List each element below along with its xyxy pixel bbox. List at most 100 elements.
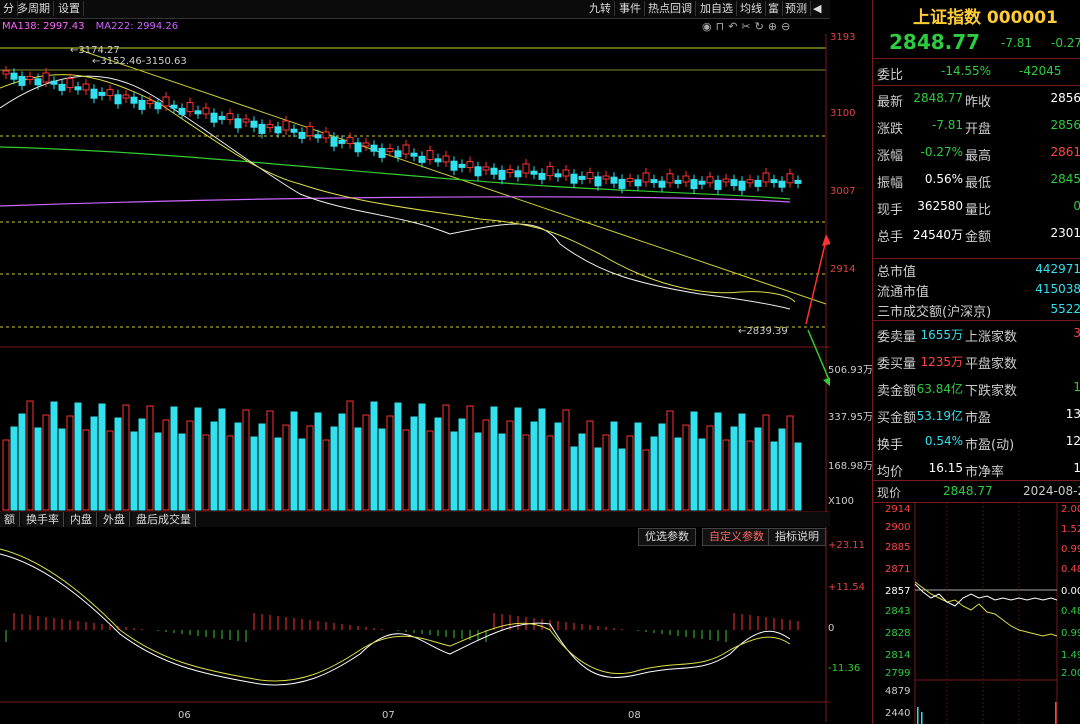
- date-label: 06: [178, 710, 191, 721]
- candle: [538, 172, 546, 180]
- price-tick: 2914: [830, 264, 856, 275]
- volume-bar: [714, 412, 722, 511]
- volume-bar: [178, 433, 186, 511]
- tab-turnover[interactable]: 换手率: [22, 512, 64, 527]
- volume-bar: [18, 413, 26, 511]
- candle: [386, 148, 394, 153]
- candle: [394, 150, 402, 158]
- volume-bar: [2, 439, 10, 511]
- orderbook-cell: 市净率: [965, 465, 1005, 480]
- orderbook-cell: 买金额: [877, 411, 917, 426]
- volume-bar: [162, 419, 170, 511]
- orderbook-cell: 12: [1065, 434, 1080, 448]
- quote-cell: 0: [1073, 199, 1080, 213]
- scissors-icon[interactable]: ✂: [741, 20, 754, 33]
- forecast-button[interactable]: 预测: [782, 1, 811, 16]
- volume-bar: [690, 411, 698, 511]
- zoom-out-icon[interactable]: ⊖: [781, 20, 794, 33]
- intraday-pct-tick: 0.48: [1061, 606, 1080, 617]
- volume-bar: [98, 403, 106, 511]
- tab-amount[interactable]: 额: [0, 512, 20, 527]
- candle: [170, 104, 178, 109]
- candle: [458, 163, 466, 168]
- volume-bar: [634, 422, 642, 511]
- candle: [650, 179, 658, 184]
- candle: [738, 180, 746, 191]
- range-annotation: ←3152.46-3150.63: [92, 56, 187, 67]
- volume-bar: [338, 413, 346, 511]
- ma-button[interactable]: 均线: [737, 1, 766, 16]
- candle: [354, 142, 362, 153]
- undo-icon[interactable]: ↶: [728, 20, 741, 33]
- candle: [34, 78, 42, 86]
- market-value-cell: 三市成交额(沪深京): [877, 305, 992, 320]
- eye-icon[interactable]: ◉: [702, 20, 716, 33]
- intraday-tick: 2440: [885, 708, 911, 719]
- candle: [242, 118, 250, 123]
- quote-cell: 涨跌: [877, 122, 904, 137]
- tab-inner[interactable]: 内盘: [66, 512, 97, 527]
- candle: [210, 112, 218, 123]
- quote-cell: 2301: [1050, 226, 1080, 240]
- volume-bar: [586, 420, 594, 511]
- collapse-arrow-icon[interactable]: ◀: [810, 1, 824, 16]
- volume-bar: [58, 428, 66, 511]
- preferred-params-button[interactable]: 优选参数: [638, 528, 696, 546]
- candle: [586, 172, 594, 180]
- volume-bar: [442, 404, 450, 511]
- candle: [786, 173, 794, 184]
- refresh-icon[interactable]: ↻: [755, 20, 768, 33]
- candle: [482, 166, 490, 171]
- intraday-price: 2848.77: [943, 484, 993, 498]
- candle: [314, 134, 322, 139]
- candle: [226, 113, 234, 121]
- candle: [338, 139, 346, 144]
- candle: [18, 75, 26, 86]
- quote-cell: 涨幅: [877, 149, 904, 164]
- candle: [442, 155, 450, 163]
- hot-callback-button[interactable]: 热点回调: [645, 1, 696, 16]
- multi-period-button[interactable]: 多周期: [14, 1, 54, 16]
- intraday-tick: 2799: [885, 668, 911, 679]
- candle: [778, 180, 786, 188]
- low-annotation: ←2839.39: [738, 326, 788, 337]
- orderbook-cell: 16.15: [928, 461, 963, 475]
- volume-bar: [674, 437, 682, 511]
- orderbook-cell: 下跌家数: [965, 384, 1018, 399]
- quote-panel: 上证指数 000001 2848.77 -7.81 -0.27 委比 -14.5…: [872, 0, 1080, 724]
- candle: [794, 179, 802, 184]
- market-value-cell: 流通市值: [877, 285, 930, 300]
- quote-row: 涨幅 -0.27% 最高 2861: [873, 141, 1080, 168]
- candle: [218, 115, 226, 120]
- volume-bar: [522, 434, 530, 511]
- orderbook-cell: 卖金额: [877, 384, 917, 399]
- quote-cell: 2845: [1050, 172, 1080, 186]
- volume-bar: [154, 432, 162, 511]
- volume-bar: [722, 439, 730, 511]
- add-watchlist-button[interactable]: 加自选: [697, 1, 737, 16]
- nine-turn-button[interactable]: 九转: [586, 1, 615, 16]
- tab-outer[interactable]: 外盘: [99, 512, 130, 527]
- lock-icon[interactable]: ⊓: [716, 20, 729, 33]
- orderbook-cell: 平盘家数: [965, 357, 1018, 372]
- quote-cell: 金额: [965, 230, 992, 245]
- price-tick: 3193: [830, 32, 856, 43]
- indicator-help-button[interactable]: 指标说明: [768, 528, 826, 546]
- price-tick: 3100: [830, 108, 856, 119]
- index-change-pct: -0.27: [1051, 36, 1080, 50]
- settings-button[interactable]: 设置: [55, 1, 84, 16]
- custom-params-button[interactable]: 自定义参数: [702, 528, 771, 546]
- candle: [130, 96, 138, 104]
- volume-bar: [90, 416, 98, 511]
- zoom-in-icon[interactable]: ⊕: [768, 20, 781, 33]
- tab-after-hours[interactable]: 盘后成交量: [132, 512, 196, 527]
- volume-bar: [474, 432, 482, 511]
- orderbook-cell: 1: [1073, 461, 1080, 475]
- candle: [754, 179, 762, 187]
- quote-cell: 24540万: [912, 228, 963, 242]
- rich-button[interactable]: 富: [765, 1, 783, 16]
- market-value-cell: 415038: [1035, 282, 1080, 296]
- event-button[interactable]: 事件: [616, 1, 645, 16]
- volume-bar: [146, 405, 154, 511]
- intraday-tick: 2871: [885, 564, 911, 575]
